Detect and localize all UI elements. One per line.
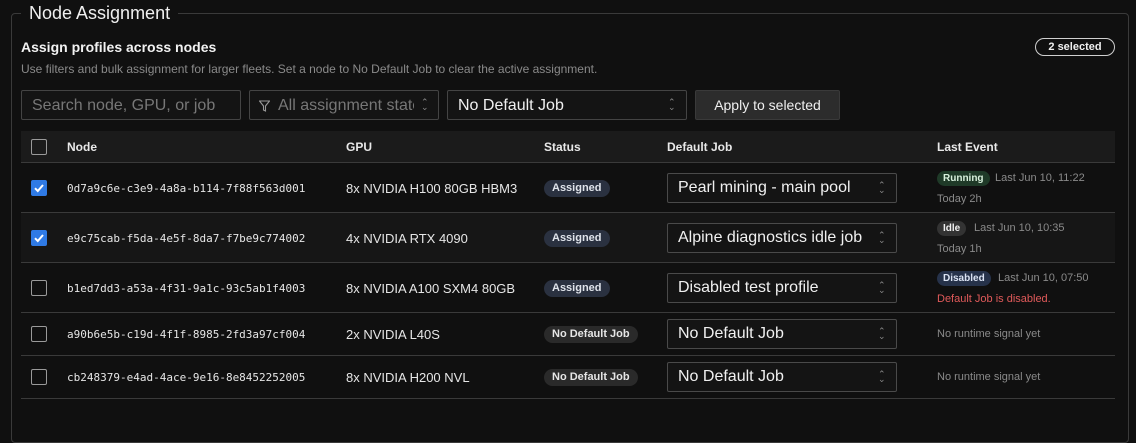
status-badge: No Default Job	[544, 369, 638, 386]
default-job-value: Disabled test profile	[678, 279, 819, 296]
section-description: Use filters and bulk assignment for larg…	[21, 62, 598, 76]
filter-icon	[258, 99, 271, 117]
event-empty-state: No runtime signal yet	[937, 371, 1041, 383]
node-id: b1ed7dd3-a53a-4f31-9a1c-93c5ab1f4003	[67, 282, 306, 295]
default-job-select[interactable]: Pearl mining - main pool ⌃ ⌄	[667, 173, 897, 203]
assignment-state-filter[interactable]: All assignment states ⌃⌄	[249, 90, 439, 120]
panel-legend: Node Assignment	[21, 2, 179, 24]
node-id: e9c75cab-f5da-4e5f-8da7-f7be9c774002	[67, 232, 306, 245]
gpu-label: 4x NVIDIA RTX 4090	[346, 231, 468, 246]
row-checkbox[interactable]	[31, 180, 47, 196]
default-job-select[interactable]: No Default Job ⌃ ⌄	[667, 319, 897, 349]
search-placeholder: Search node, GPU, or job	[32, 97, 216, 114]
chevron-up-down-icon: ⌃ ⌄	[878, 230, 886, 245]
default-job-value: No Default Job	[678, 325, 784, 342]
table-row: b1ed7dd3-a53a-4f31-9a1c-93c5ab1f4003 8x …	[21, 263, 1115, 313]
gpu-label: 8x NVIDIA H100 80GB HBM3	[346, 181, 518, 196]
column-header-gpu: GPU	[346, 140, 373, 154]
table-row: cb248379-e4ad-4ace-9e16-8e8452252005 8x …	[21, 356, 1115, 399]
gpu-label: 2x NVIDIA L40S	[346, 327, 440, 342]
row-checkbox[interactable]	[31, 369, 47, 385]
select-all-checkbox[interactable]	[31, 139, 47, 155]
chevron-up-down-icon: ⌃ ⌄	[421, 97, 429, 112]
column-header-last-event: Last Event	[937, 140, 998, 154]
row-checkbox[interactable]	[31, 326, 47, 342]
default-job-value: Pearl mining - main pool	[678, 179, 851, 196]
event-duration: Today 2h	[937, 193, 982, 205]
event-status-badge: Idle	[937, 221, 967, 236]
row-checkbox[interactable]	[31, 230, 47, 246]
chevron-up-down-icon: ⌃ ⌄	[878, 326, 886, 341]
node-id: cb248379-e4ad-4ace-9e16-8e8452252005	[67, 371, 306, 384]
search-input[interactable]: Search node, GPU, or job	[21, 90, 241, 120]
event-status-badge: Disabled	[937, 271, 991, 286]
default-job-select[interactable]: No Default Job ⌃ ⌄	[667, 362, 897, 392]
table-row: 0d7a9c6e-c3e9-4a8a-b114-7f88f563d001 8x …	[21, 163, 1115, 213]
chevron-up-down-icon: ⌃ ⌄	[878, 280, 886, 295]
apply-to-selected-button[interactable]: Apply to selected	[695, 90, 840, 120]
bulk-default-job-select[interactable]: No Default Job ⌃ ⌄	[447, 90, 687, 120]
status-badge: Assigned	[544, 180, 610, 197]
gpu-label: 8x NVIDIA A100 SXM4 80GB	[346, 281, 516, 296]
table-row: a90b6e5b-c19d-4f1f-8985-2fd3a97cf004 2x …	[21, 313, 1115, 356]
node-id: 0d7a9c6e-c3e9-4a8a-b114-7f88f563d001	[67, 182, 306, 195]
event-error-message: Default Job is disabled.	[937, 293, 1051, 305]
event-time: Last Jun 10, 07:50	[998, 272, 1089, 284]
chevron-up-down-icon: ⌃ ⌄	[668, 97, 676, 112]
default-job-select[interactable]: Alpine diagnostics idle job ⌃ ⌄	[667, 223, 897, 253]
event-empty-state: No runtime signal yet	[937, 328, 1041, 340]
node-table: Node GPU Status Default Job Last Event 0…	[21, 131, 1115, 399]
chevron-up-down-icon: ⌃ ⌄	[878, 180, 886, 195]
status-badge: Assigned	[544, 280, 610, 297]
section-heading: Assign profiles across nodes	[21, 39, 217, 55]
default-job-value: No Default Job	[678, 368, 784, 385]
checkmark-icon	[34, 234, 44, 243]
default-job-select[interactable]: Disabled test profile ⌃ ⌄	[667, 273, 897, 303]
selected-count-badge: 2 selected	[1035, 38, 1115, 56]
event-time: Last Jun 10, 10:35	[974, 222, 1065, 234]
status-badge: Assigned	[544, 230, 610, 247]
column-header-default-job: Default Job	[667, 140, 733, 154]
column-header-node: Node	[67, 140, 97, 154]
column-header-status: Status	[544, 140, 581, 154]
default-job-value: Alpine diagnostics idle job	[678, 229, 863, 246]
event-time: Last Jun 10, 11:22	[995, 172, 1085, 184]
bulk-job-value: No Default Job	[458, 97, 564, 114]
checkmark-icon	[34, 184, 44, 193]
event-status-badge: Running	[937, 171, 990, 186]
event-duration: Today 1h	[937, 243, 982, 255]
row-checkbox[interactable]	[31, 280, 47, 296]
node-id: a90b6e5b-c19d-4f1f-8985-2fd3a97cf004	[67, 328, 306, 341]
chevron-up-down-icon: ⌃ ⌄	[878, 369, 886, 384]
table-header: Node GPU Status Default Job Last Event	[21, 131, 1115, 163]
table-row: e9c75cab-f5da-4e5f-8da7-f7be9c774002 4x …	[21, 213, 1115, 263]
filter-placeholder: All assignment states	[278, 97, 414, 114]
gpu-label: 8x NVIDIA H200 NVL	[346, 370, 470, 385]
status-badge: No Default Job	[544, 326, 638, 343]
